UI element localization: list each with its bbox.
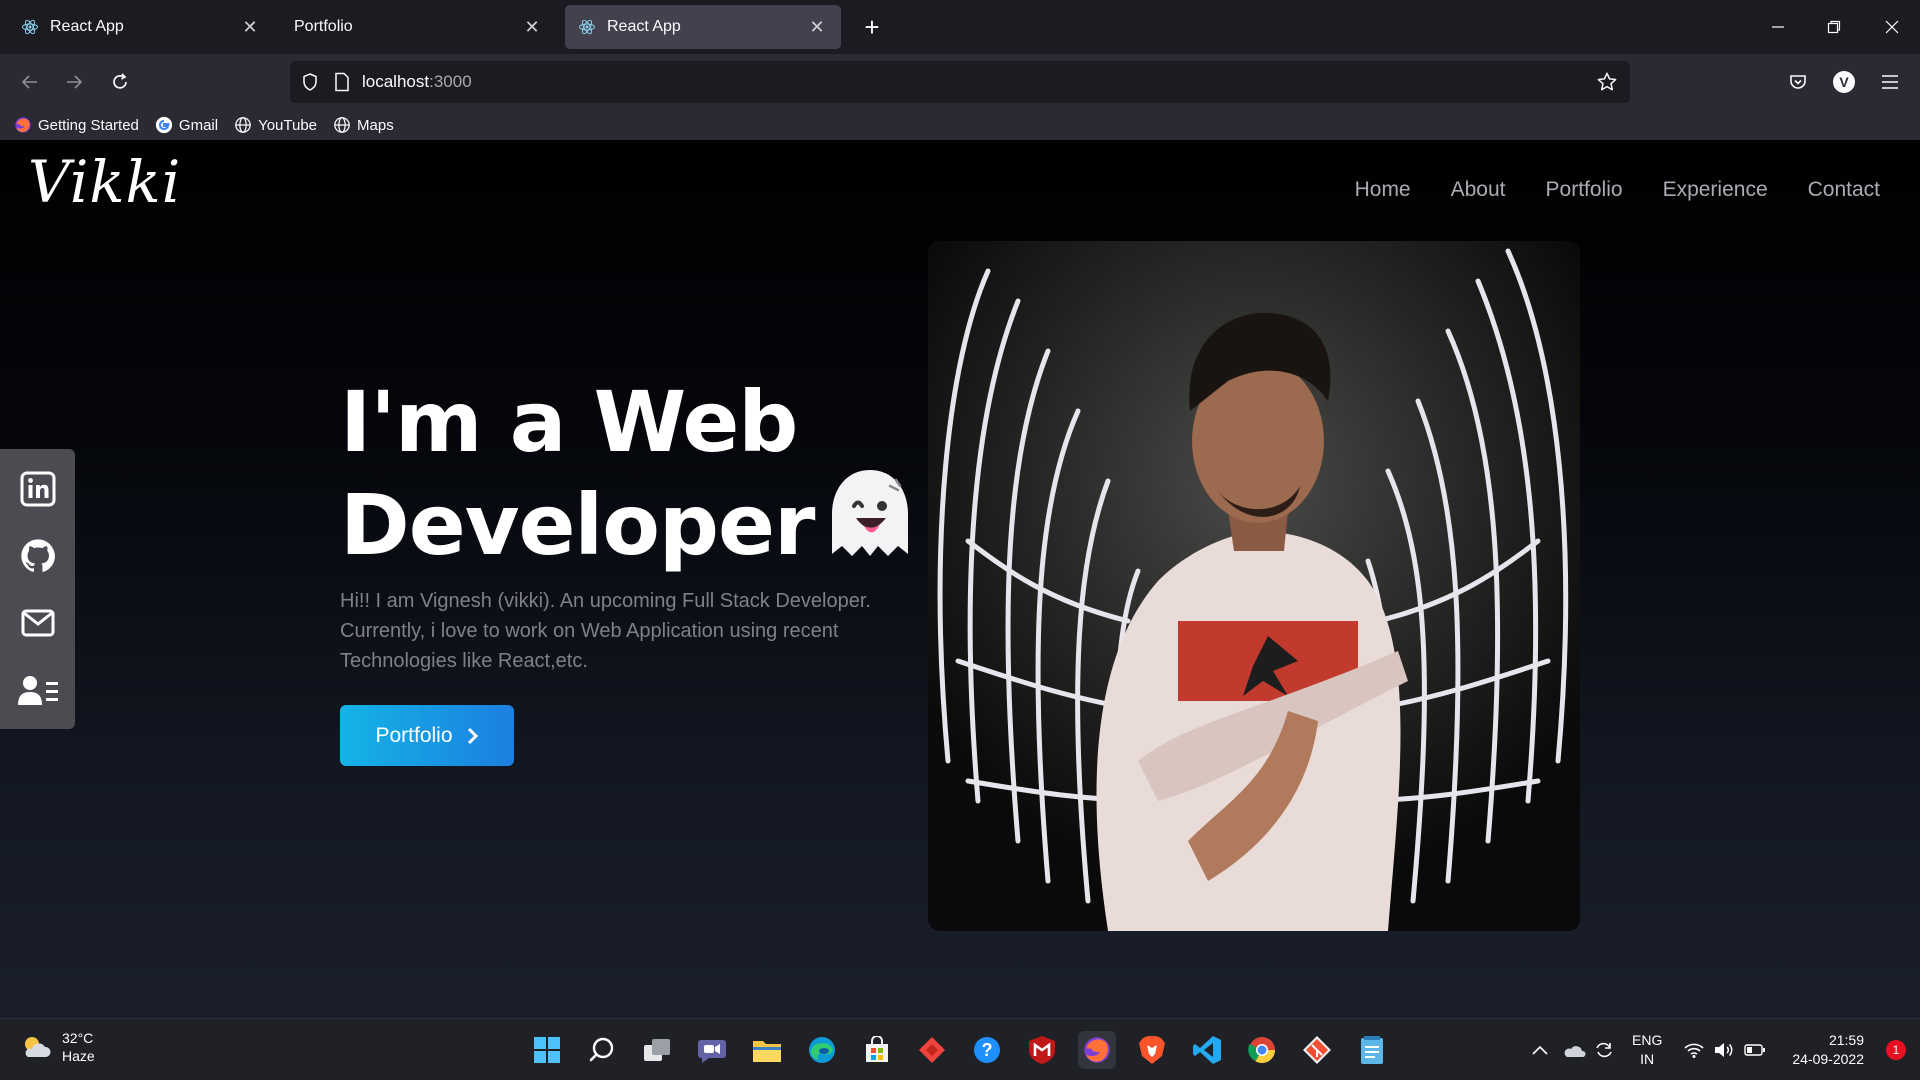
partly-cloudy-icon — [20, 1033, 52, 1061]
windows-start-icon[interactable] — [528, 1031, 566, 1069]
minimize-icon[interactable] — [1750, 0, 1806, 54]
bookmark-getting-started[interactable]: Getting Started — [14, 116, 139, 134]
browser-toolbar: localhost:3000 V — [0, 54, 1920, 110]
vscode-icon[interactable] — [1188, 1031, 1226, 1069]
weather-temp: 32°C — [62, 1030, 94, 1046]
search-icon[interactable] — [583, 1031, 621, 1069]
site-nav: Home About Portfolio Experience Contact — [1355, 178, 1880, 202]
portfolio-button-label: Portfolio — [375, 723, 453, 747]
notepad-icon[interactable] — [1353, 1031, 1391, 1069]
tab-title: Portfolio — [294, 18, 353, 35]
battery-icon — [1744, 1043, 1766, 1057]
globe-icon — [333, 116, 351, 134]
git-icon[interactable] — [1298, 1031, 1336, 1069]
close-icon[interactable]: ✕ — [805, 15, 829, 39]
bookmarks-bar: Getting Started Gmail YouTube Maps — [0, 110, 1920, 140]
bookmark-gmail[interactable]: Gmail — [155, 116, 218, 134]
sync-icon[interactable] — [1594, 1019, 1614, 1080]
store-icon[interactable] — [858, 1031, 896, 1069]
social-sidebar — [0, 449, 75, 729]
github-icon[interactable] — [18, 536, 58, 576]
nav-about[interactable]: About — [1451, 178, 1506, 202]
account-avatar[interactable]: V — [1826, 64, 1862, 100]
brave-icon[interactable] — [1133, 1031, 1171, 1069]
volume-icon — [1714, 1042, 1734, 1058]
back-icon[interactable] — [12, 64, 48, 100]
window-close-icon[interactable] — [1864, 0, 1920, 54]
language-indicator[interactable]: ENG IN — [1632, 1019, 1662, 1080]
tab-react-app-1[interactable]: React App ✕ — [8, 5, 274, 49]
globe-icon — [234, 116, 252, 134]
chrome-icon[interactable] — [1243, 1031, 1281, 1069]
nav-experience[interactable]: Experience — [1663, 178, 1768, 202]
tray-overflow-icon[interactable] — [1532, 1019, 1548, 1080]
anydesk-icon[interactable] — [913, 1031, 951, 1069]
bookmark-star-icon[interactable] — [1596, 71, 1618, 93]
language-top: ENG — [1632, 1032, 1663, 1048]
close-icon[interactable]: ✕ — [520, 15, 544, 39]
linkedin-icon[interactable] — [18, 469, 58, 509]
new-tab-button[interactable]: + — [855, 10, 889, 44]
language-bottom: IN — [1640, 1051, 1655, 1067]
bookmark-label: Gmail — [178, 116, 219, 134]
clock-date: 24-09-2022 — [1792, 1051, 1864, 1067]
hero-title-line-2: Developer — [340, 466, 916, 577]
mail-icon[interactable] — [18, 603, 58, 643]
forward-icon[interactable] — [56, 64, 92, 100]
mcafee-icon[interactable] — [1023, 1031, 1061, 1069]
tab-title: React App — [607, 18, 681, 35]
hero-description: Hi!! I am Vignesh (vikki). An upcoming F… — [340, 590, 871, 672]
hero-title: I'm a Web Developer — [340, 378, 916, 577]
tab-react-app-active[interactable]: React App ✕ — [565, 5, 841, 49]
browser-tab-bar: React App ✕ Portfolio ✕ React App ✕ + — [0, 0, 1920, 54]
shield-icon[interactable] — [300, 72, 320, 92]
edge-icon[interactable] — [803, 1031, 841, 1069]
nav-contact[interactable]: Contact — [1808, 178, 1880, 202]
url-bar[interactable]: localhost:3000 — [290, 61, 1630, 103]
tab-portfolio[interactable]: Portfolio ✕ — [282, 5, 556, 49]
bookmark-youtube[interactable]: YouTube — [234, 116, 317, 134]
react-icon — [20, 17, 40, 37]
ghost-emoji-icon — [824, 466, 916, 577]
nav-home[interactable]: Home — [1355, 178, 1411, 202]
bookmark-label: Maps — [357, 116, 394, 134]
task-view-icon[interactable] — [638, 1031, 676, 1069]
quick-settings[interactable] — [1684, 1019, 1766, 1080]
reload-icon[interactable] — [102, 64, 138, 100]
notification-badge[interactable]: 1 — [1886, 1040, 1906, 1060]
nav-portfolio[interactable]: Portfolio — [1546, 178, 1623, 202]
web-page: Vikki Home About Portfolio Experience Co… — [0, 140, 1920, 1018]
url-text[interactable]: localhost:3000 — [362, 72, 472, 92]
help-icon[interactable]: ? — [968, 1031, 1006, 1069]
chat-icon[interactable] — [693, 1031, 731, 1069]
onedrive-icon[interactable] — [1562, 1019, 1586, 1080]
weather-desc: Haze — [62, 1048, 95, 1064]
firefox-icon — [14, 116, 32, 134]
close-icon[interactable]: ✕ — [238, 15, 262, 39]
restore-icon[interactable] — [1806, 0, 1862, 54]
file-explorer-icon[interactable] — [748, 1031, 786, 1069]
google-icon — [155, 116, 173, 134]
clock-time: 21:59 — [1828, 1032, 1864, 1048]
hero-title-line-1: I'm a Web — [340, 373, 798, 471]
pocket-icon[interactable] — [1780, 64, 1816, 100]
wifi-icon — [1684, 1042, 1704, 1058]
tab-title: React App — [50, 18, 124, 35]
bookmark-label: Getting Started — [38, 116, 139, 134]
bookmark-label: YouTube — [258, 116, 318, 134]
weather-widget[interactable]: 32°C Haze — [20, 1029, 95, 1065]
windows-taskbar: 32°C Haze ? ENG IN 21:59 24-09-2022 1 — [0, 1018, 1920, 1080]
contact-card-icon[interactable] — [17, 670, 58, 710]
svg-text:?: ? — [982, 1040, 993, 1060]
page-icon[interactable] — [334, 72, 350, 92]
bookmark-maps[interactable]: Maps — [333, 116, 394, 134]
portfolio-button[interactable]: Portfolio — [340, 705, 514, 766]
react-icon — [577, 17, 597, 37]
firefox-icon[interactable] — [1078, 1031, 1116, 1069]
chevron-right-icon — [467, 727, 479, 745]
profile-photo — [928, 241, 1580, 931]
system-clock[interactable]: 21:59 24-09-2022 — [1792, 1031, 1864, 1069]
site-logo[interactable]: Vikki — [28, 148, 181, 216]
hamburger-menu-icon[interactable] — [1872, 64, 1908, 100]
